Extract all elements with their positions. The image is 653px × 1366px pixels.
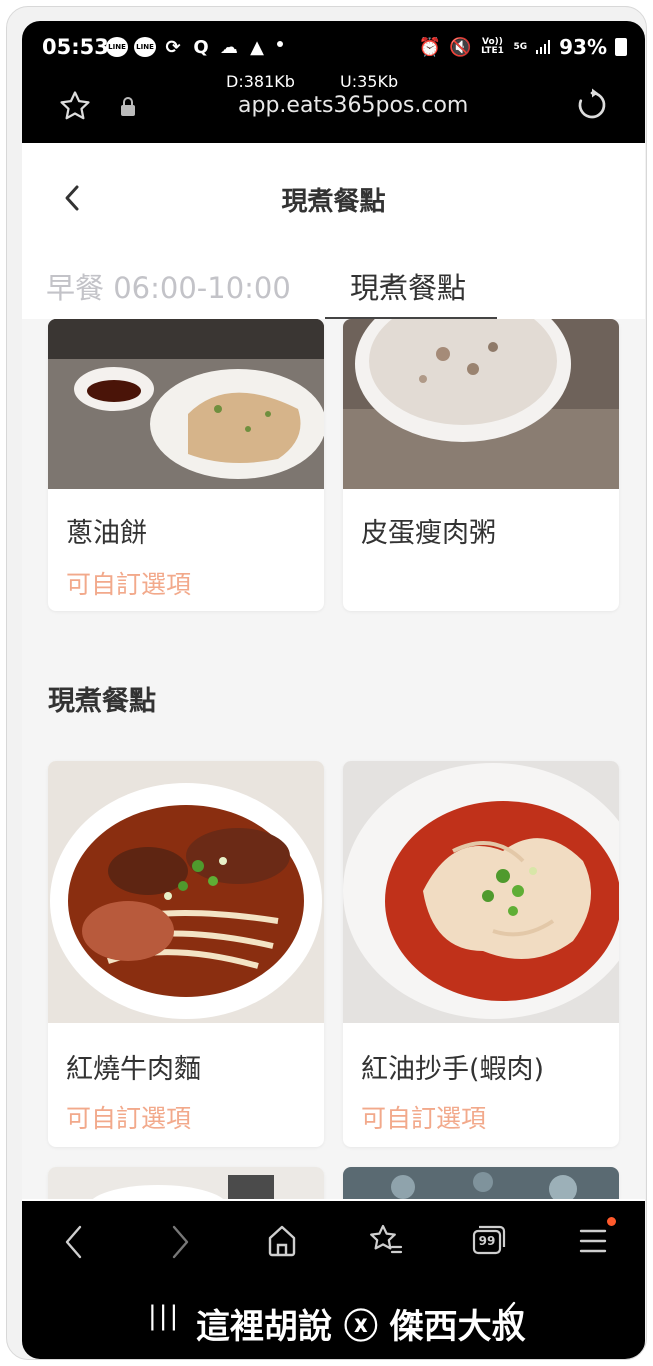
browser-top-bar: 05:53 LINE LINE ⟳ Q ☁ ▲ ⏰ 🔇 Vo)) LTE1 5G (22, 21, 645, 143)
menu-item-name: 紅燒牛肉麵 (66, 1054, 201, 1085)
line-icon: LINE (134, 37, 156, 57)
menu-item-card[interactable]: 紅油抄手(蝦肉) 可自訂選項 (343, 761, 619, 1147)
menu-item-card[interactable]: 皮蛋瘦肉粥 (343, 319, 619, 611)
tabs-count: 99 (478, 1234, 496, 1248)
notification-icons: LINE LINE ⟳ Q ☁ ▲ (106, 36, 268, 58)
download-speed: D:381Kb (226, 72, 295, 91)
system-back-icon[interactable] (500, 1299, 520, 1331)
watermark-text: 這裡胡說 ⓧ 傑西大叔 (196, 1307, 526, 1347)
search-q-icon: Q (193, 36, 209, 58)
bookmarks-icon[interactable] (368, 1223, 404, 1257)
system-status-icons: ⏰ 🔇 Vo)) LTE1 5G 93% (419, 35, 627, 59)
category-tabs: 早餐 06:00-10:00 現煮餐點 (22, 255, 645, 319)
alarm-icon: ⏰ (418, 36, 442, 58)
battery-icon (615, 38, 627, 56)
tab-fresh-cooked[interactable]: 現煮餐點 (350, 265, 466, 307)
tabs-icon[interactable]: 99 (472, 1225, 506, 1255)
lock-icon (121, 97, 135, 116)
image-icon: ▲ (250, 36, 264, 58)
back-arrow-icon[interactable] (62, 1223, 86, 1261)
menu-item-name: 皮蛋瘦肉粥 (361, 518, 496, 549)
forward-arrow-icon[interactable] (168, 1223, 192, 1261)
home-icon[interactable] (266, 1223, 298, 1257)
menu-icon[interactable] (578, 1227, 608, 1255)
menu-item-option: 可自訂選項 (361, 1104, 487, 1133)
menu-item-card[interactable] (48, 1167, 324, 1199)
menu-item-image (343, 1167, 619, 1199)
status-time: 05:53 (42, 35, 109, 59)
menu-item-image (48, 761, 324, 1023)
menu-item-image (343, 761, 619, 1023)
status-bar: 05:53 LINE LINE ⟳ Q ☁ ▲ ⏰ 🔇 Vo)) LTE1 5G (22, 21, 645, 73)
url-field[interactable]: app.eats365pos.com (238, 93, 468, 118)
sync-icon: ⟳ (165, 36, 181, 58)
device-frame: 05:53 LINE LINE ⟳ Q ☁ ▲ ⏰ 🔇 Vo)) LTE1 5G (6, 6, 647, 1360)
line-icon: LINE (106, 37, 128, 57)
menu-item-option: 可自訂選項 (66, 1104, 192, 1133)
menu-item-name: 蔥油餅 (66, 518, 147, 549)
5g-icon: 5G (513, 41, 528, 52)
upload-speed: U:35Kb (340, 72, 399, 91)
menu-item-image (48, 319, 324, 489)
notification-dot (607, 1217, 616, 1226)
page-title: 現煮餐點 (281, 187, 386, 217)
more-notifications-dot (277, 41, 283, 47)
phone-screen: 05:53 LINE LINE ⟳ Q ☁ ▲ ⏰ 🔇 Vo)) LTE1 5G (22, 21, 645, 1359)
menu-item-card[interactable]: 紅燒牛肉麵 可自訂選項 (48, 761, 324, 1147)
reload-icon[interactable] (574, 87, 610, 123)
volte-icon: Vo)) LTE1 (481, 37, 504, 56)
bookmark-star-icon[interactable] (58, 89, 92, 123)
signal-icon (536, 40, 551, 54)
mute-icon: 🔇 (449, 36, 472, 58)
section-title: 現煮餐點 (48, 686, 156, 717)
menu-item-image (343, 319, 619, 489)
battery-percent: 93% (559, 35, 607, 59)
browser-bottom-bar: 99 ||| 這裡胡說 ⓧ 傑西大叔 (22, 1201, 645, 1359)
page-header: 現煮餐點 (22, 143, 645, 255)
tab-breakfast[interactable]: 早餐 06:00-10:00 (46, 265, 291, 307)
menu-item-image (48, 1167, 324, 1199)
recent-apps-icon[interactable]: ||| (148, 1301, 180, 1331)
menu-item-name: 紅油抄手(蝦肉) (361, 1054, 545, 1085)
cloud-icon: ☁ (220, 36, 238, 58)
menu-item-option: 可自訂選項 (66, 570, 192, 599)
menu-item-card[interactable]: 蔥油餅 可自訂選項 (48, 319, 324, 611)
menu-content[interactable]: 蔥油餅 可自訂選項 皮蛋瘦肉粥 現煮餐點 紅燒牛肉麵 可自訂選項 紅油抄手(蝦肉… (22, 319, 645, 1199)
menu-item-card[interactable] (343, 1167, 619, 1199)
